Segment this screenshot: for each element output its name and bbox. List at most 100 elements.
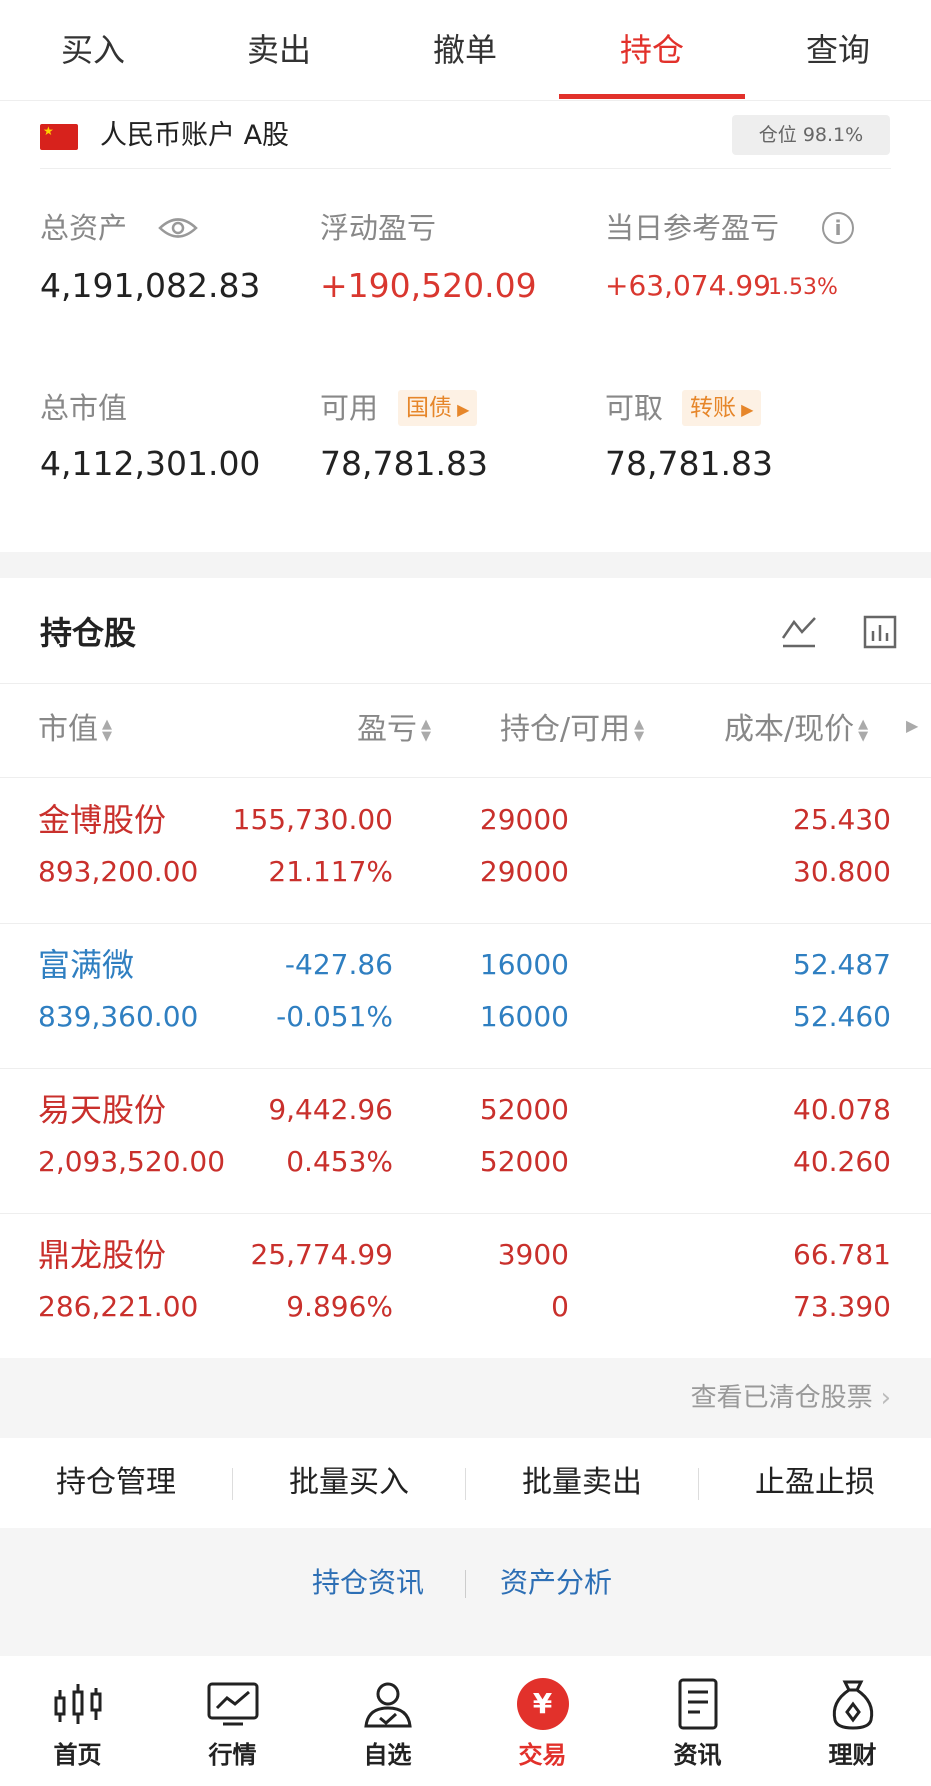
divider: [0, 683, 931, 684]
transfer-tag-label: 转账: [690, 395, 736, 421]
nav-watchlist-label: 自选: [363, 1741, 412, 1769]
holding-row[interactable]: 富满微 839,360.00 -427.86 -0.051% 16000 16000 52.…: [0, 923, 931, 1069]
section-gap: [0, 552, 931, 578]
pnl-amount: 9,442.96: [268, 1093, 393, 1126]
available-qty: 16000: [479, 1000, 569, 1033]
nav-home[interactable]: 首页: [0, 1656, 155, 1786]
col-market-value-label: 市值: [38, 712, 98, 747]
available-label: 可用: [320, 391, 379, 425]
sort-icon: ▲ ▼: [421, 716, 431, 744]
top-tab-bar: 买入 卖出 撤单 持仓 查询: [0, 0, 931, 101]
line-chart-icon[interactable]: [780, 614, 818, 650]
account-label[interactable]: 人民币账户 A股: [100, 116, 289, 156]
nav-home-label: 首页: [53, 1741, 102, 1769]
nav-trade-label: 交易: [518, 1741, 567, 1769]
market-value-label: 总市值: [40, 391, 128, 425]
market-value: 839,360.00: [38, 1000, 199, 1033]
stock-name: 富满微: [38, 946, 135, 984]
col-cost-price-label: 成本/现价: [724, 712, 855, 747]
market-value: 893,200.00: [38, 855, 199, 888]
market-value: 2,093,520.00: [38, 1145, 226, 1178]
current-price: 40.260: [793, 1145, 891, 1178]
asset-analysis-link[interactable]: 资产分析: [500, 1563, 612, 1603]
pnl-percent: -0.051%: [276, 1000, 393, 1033]
daily-pnl-label: 当日参考盈亏: [605, 211, 780, 245]
nav-wealth[interactable]: 理财: [775, 1656, 930, 1786]
available-qty: 0: [551, 1290, 569, 1323]
view-cleared-stocks-link[interactable]: 查看已清仓股票 ›: [691, 1378, 891, 1418]
stock-name: 易天股份: [38, 1091, 167, 1129]
col-pnl[interactable]: 盈亏 ▲ ▼: [357, 705, 431, 755]
withdrawable-label: 可取: [605, 391, 664, 425]
pnl-percent: 21.117%: [268, 855, 393, 888]
batch-buy-button[interactable]: 批量买入: [233, 1438, 465, 1528]
col-position[interactable]: 持仓/可用 ▲ ▼: [500, 705, 644, 755]
nav-trade[interactable]: ¥ 交易: [465, 1656, 620, 1786]
take-profit-stop-loss-button[interactable]: 止盈止损: [699, 1438, 931, 1528]
chevron-right-icon: ›: [880, 1383, 891, 1413]
total-assets-label: 总资产: [40, 211, 128, 245]
treasury-bond-tag[interactable]: 国债 ▶: [398, 390, 478, 426]
money-bag-icon: [832, 1680, 873, 1730]
nav-watchlist[interactable]: 自选: [310, 1656, 465, 1786]
cost-price: 40.078: [793, 1093, 891, 1126]
bar-chart-icon[interactable]: [862, 614, 898, 650]
tab-buy[interactable]: 买入: [0, 0, 186, 100]
holdings-news-link[interactable]: 持仓资讯: [312, 1563, 424, 1603]
divider: [465, 1570, 466, 1598]
daily-pnl-value: +63,074.99: [605, 269, 771, 302]
sort-icon: ▲ ▼: [858, 716, 869, 744]
cost-price: 25.430: [793, 803, 891, 836]
bottom-navigation: 首页 行情 自选 ¥ 交易 资讯 理财: [0, 1656, 931, 1786]
scroll-right-icon[interactable]: ▶: [906, 716, 918, 735]
transfer-tag[interactable]: 转账 ▶: [682, 390, 762, 426]
pnl-amount: -427.86: [284, 948, 393, 981]
available-qty: 52000: [479, 1145, 569, 1178]
cost-price: 52.487: [793, 948, 891, 981]
pnl-percent: 9.896%: [286, 1290, 393, 1323]
play-arrow-icon: ▶: [736, 400, 754, 419]
eye-icon[interactable]: [158, 215, 198, 241]
position-qty: 29000: [479, 803, 569, 836]
market-value-value: 4,112,301.00: [40, 444, 261, 483]
available-qty: 29000: [479, 855, 569, 888]
info-icon[interactable]: i: [822, 212, 854, 244]
candlestick-icon: [54, 1684, 101, 1724]
daily-pnl-pct: 1.53%: [768, 275, 838, 300]
sort-icon: ▲ ▼: [102, 716, 112, 744]
holding-row[interactable]: 金博股份 893,200.00 155,730.00 21.117% 29000 2900…: [0, 778, 931, 924]
floating-pnl-label: 浮动盈亏: [320, 211, 437, 245]
tab-sell[interactable]: 卖出: [186, 0, 372, 100]
current-price: 52.460: [793, 1000, 891, 1033]
cleared-link-label: 查看已清仓股票: [690, 1383, 873, 1413]
pnl-percent: 0.453%: [286, 1145, 393, 1178]
holding-row[interactable]: 易天股份 2,093,520.00 9,442.96 0.453% 52000 52000…: [0, 1068, 931, 1214]
batch-sell-button[interactable]: 批量卖出: [466, 1438, 698, 1528]
china-flag-icon: ★: [40, 124, 78, 150]
stock-name: 鼎龙股份: [38, 1236, 167, 1274]
nav-market[interactable]: 行情: [155, 1656, 310, 1786]
current-price: 73.390: [793, 1290, 891, 1323]
position-management-button[interactable]: 持仓管理: [0, 1438, 232, 1528]
tab-query[interactable]: 查询: [745, 0, 931, 100]
tab-positions[interactable]: 持仓: [559, 0, 745, 100]
divider: [40, 168, 891, 169]
play-arrow-icon: ▶: [452, 400, 470, 419]
treasury-bond-tag-label: 国债: [406, 395, 452, 421]
nav-news-label: 资讯: [673, 1741, 722, 1769]
cost-price: 66.781: [793, 1238, 891, 1271]
col-market-value[interactable]: 市值 ▲ ▼: [38, 705, 112, 755]
holding-row[interactable]: 鼎龙股份 286,221.00 25,774.99 9.896% 3900 0 66.781…: [0, 1213, 931, 1359]
nav-market-label: 行情: [208, 1741, 257, 1769]
nav-news[interactable]: 资讯: [620, 1656, 775, 1786]
stock-name: 金博股份: [38, 801, 167, 839]
col-cost-price[interactable]: 成本/现价 ▲ ▼: [724, 705, 868, 755]
total-assets-value: 4,191,082.83: [40, 266, 261, 305]
market-value: 286,221.00: [38, 1290, 199, 1323]
tab-cancel-order[interactable]: 撤单: [372, 0, 558, 100]
current-price: 30.800: [793, 855, 891, 888]
pnl-amount: 25,774.99: [250, 1238, 393, 1271]
yuan-icon: ¥: [516, 1678, 569, 1730]
action-bar: 持仓管理 批量买入 批量卖出 止盈止损: [0, 1438, 931, 1528]
position-qty: 52000: [479, 1093, 569, 1126]
